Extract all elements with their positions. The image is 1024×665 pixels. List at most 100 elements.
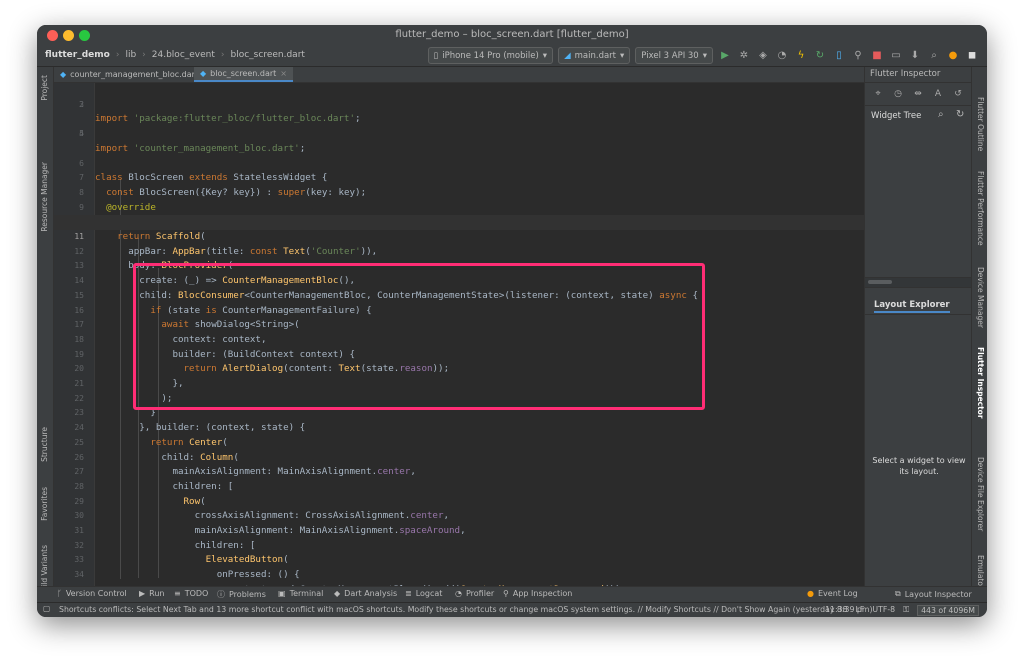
tool-window-structure[interactable]: Structure <box>40 427 49 462</box>
chevron-down-icon: ▾ <box>702 50 707 61</box>
tool-run[interactable]: ▶ Run <box>139 589 165 598</box>
code-line: 25 child: Column( <box>74 437 239 463</box>
select-widget-icon[interactable]: ⌖ <box>870 86 886 102</box>
tool-profiler[interactable]: ◔ Profiler <box>455 589 494 598</box>
hot-reload-icon[interactable]: ϟ <box>794 49 808 63</box>
breadcrumb: flutter_demo › lib › 24.bloc_event › blo… <box>45 50 305 60</box>
devtools-icon[interactable]: ▯ <box>832 49 846 63</box>
debug-icon[interactable]: ✲ <box>737 49 751 63</box>
run-config-selector[interactable]: ◢ main.dart ▾ <box>558 47 631 64</box>
navigation-bar: flutter_demo › lib › 24.bloc_event › blo… <box>37 45 987 67</box>
phone-icon: ▯ <box>433 50 439 61</box>
tool-window-resource-manager[interactable]: Resource Manager <box>40 162 49 232</box>
chevron-right-icon: › <box>142 50 146 60</box>
dart-file-icon: ◆ <box>200 69 207 78</box>
refresh-icon[interactable]: ↺ <box>950 86 966 102</box>
avatar[interactable]: ◼ <box>965 49 979 63</box>
event-log-icon: ● <box>807 589 814 598</box>
close-icon[interactable]: × <box>280 69 287 78</box>
device-selector[interactable]: ▯ iPhone 14 Pro (mobile) ▾ <box>427 47 554 64</box>
profiler-icon: ◔ <box>455 589 462 598</box>
tool-window-flutter-outline[interactable]: Flutter Outline <box>976 97 985 151</box>
code-line: 13 create: (_) => CounterManagementBloc(… <box>74 261 356 287</box>
code-line: 31 children: [ <box>74 526 256 551</box>
flutter-icon: ◢ <box>564 50 571 61</box>
tool-window-device-file-explorer[interactable]: Device File Explorer <box>976 457 985 531</box>
tool-window-device-manager[interactable]: Device Manager <box>976 267 985 328</box>
tool-event-log[interactable]: ● Event Log <box>807 589 858 598</box>
tool-window-emulator[interactable]: Emulator <box>976 555 985 589</box>
tab-layout-explorer[interactable]: Layout Explorer <box>874 300 950 313</box>
emulator-selector[interactable]: Pixel 3 API 30 ▾ <box>635 47 713 64</box>
code-line-current: 11 appBar: AppBar(title: const Text('Cou… <box>54 215 864 257</box>
line-separator[interactable]: LF <box>856 605 865 616</box>
code-line: 10 return Scaffold( <box>74 217 206 242</box>
search-icon[interactable]: ⌕ <box>927 49 941 63</box>
breadcrumb-folder-lib[interactable]: lib <box>125 50 136 60</box>
tool-problems[interactable]: ⓘ Problems <box>217 589 266 600</box>
stop-icon[interactable]: ■ <box>870 49 884 63</box>
editor-tabs: ◆ counter_management_bloc.dart × ◆ bloc_… <box>54 67 864 83</box>
breadcrumb-project[interactable]: flutter_demo <box>45 50 110 60</box>
tool-dart-analysis[interactable]: ◆ Dart Analysis <box>334 589 397 598</box>
run-config-label: main.dart <box>574 50 616 61</box>
run-icon[interactable]: ▶ <box>718 49 732 63</box>
code-line: 4 import 'counter_management_bloc.dart'; <box>79 129 306 154</box>
logcat-icon: ≣ <box>405 589 412 598</box>
tool-window-project[interactable]: Project <box>40 75 49 101</box>
update-icon[interactable]: ● <box>946 49 960 63</box>
tab-counter-management-bloc[interactable]: ◆ counter_management_bloc.dart × <box>54 67 215 82</box>
code-line: 29 crossAxisAlignment: CrossAxisAlignmen… <box>74 496 450 522</box>
refresh-icon[interactable]: ↻ <box>956 109 964 120</box>
status-toggle-icon[interactable]: ▢ <box>43 604 50 613</box>
memory-indicator[interactable]: 443 of 4096M <box>917 605 979 616</box>
tab-label: bloc_screen.dart <box>210 69 277 78</box>
left-tool-strip: Project Resource Manager Structure Favor… <box>37 67 54 597</box>
list-icon: ≡ <box>174 589 181 598</box>
layout-inspector-icon: ⧉ <box>895 589 901 598</box>
device-manager-icon[interactable]: ▭ <box>889 49 903 63</box>
tab-bloc-screen[interactable]: ◆ bloc_screen.dart × <box>194 67 293 82</box>
text-baseline-icon[interactable]: A <box>930 86 946 102</box>
file-encoding[interactable]: UTF-8 <box>872 605 895 616</box>
tool-terminal[interactable]: ▣ Terminal <box>278 589 323 598</box>
attach-icon[interactable]: ⚲ <box>851 49 865 63</box>
tool-window-flutter-performance[interactable]: Flutter Performance <box>976 171 985 246</box>
emulator-label: Pixel 3 API 30 <box>641 50 699 61</box>
code-line: 30 mainAxisAlignment: MainAxisAlignment.… <box>74 511 466 536</box>
tool-window-flutter-inspector[interactable]: Flutter Inspector <box>976 347 985 419</box>
caret-position[interactable]: 11:38 <box>825 605 847 616</box>
status-message[interactable]: Shortcuts conflicts: Select Next Tab and… <box>59 605 872 614</box>
branch-icon: ᚴ <box>57 589 62 598</box>
code-line: 5 <box>79 129 84 139</box>
code-line: 28 Row( <box>74 481 206 507</box>
profile-icon[interactable]: ◔ <box>775 49 789 63</box>
code-line: 8 @override <box>79 187 156 213</box>
hot-restart-icon[interactable]: ↻ <box>813 49 827 63</box>
tool-todo[interactable]: ≡ TODO <box>174 589 208 598</box>
breadcrumb-folder-event[interactable]: 24.bloc_event <box>152 50 215 60</box>
search-icon[interactable]: ⌕ <box>938 109 944 120</box>
annotation-highlight-box <box>133 263 705 410</box>
coverage-icon[interactable]: ◈ <box>756 49 770 63</box>
code-line: 33 onPressed: () { <box>74 555 300 581</box>
lock-icon[interactable]: ⚿ <box>903 605 909 616</box>
sdk-manager-icon[interactable]: ⬇ <box>908 49 922 63</box>
status-bar: ▢ Shortcuts conflicts: Select Next Tab a… <box>37 602 987 617</box>
inspector-title[interactable]: Flutter Inspector <box>870 69 940 79</box>
panel-splitter[interactable] <box>865 277 972 288</box>
debug-paint-icon[interactable]: ⇹ <box>910 86 926 102</box>
tool-layout-inspector[interactable]: ⧉ Layout Inspector <box>895 589 972 599</box>
tool-window-favorites[interactable]: Favorites <box>40 487 49 521</box>
slow-animations-icon[interactable]: ◷ <box>890 86 906 102</box>
breadcrumb-file[interactable]: bloc_screen.dart <box>231 50 305 60</box>
tool-logcat[interactable]: ≣ Logcat <box>405 589 442 598</box>
inspector-header: Flutter Inspector <box>865 67 972 83</box>
code-line: 7 const BlocScreen({Key? key}) : super(k… <box>79 173 367 198</box>
tool-version-control[interactable]: ᚴ Version Control <box>57 589 127 598</box>
dart-icon: ◆ <box>334 589 341 598</box>
tool-window-bar: ᚴ Version Control ▶ Run ≡ TODO ⓘ Problems ▣ T… <box>37 586 987 602</box>
tool-app-inspection[interactable]: ⚲ App Inspection <box>503 589 572 598</box>
tab-label: counter_management_bloc.dart <box>70 70 199 79</box>
widget-tree-label[interactable]: Widget Tree <box>871 111 921 121</box>
